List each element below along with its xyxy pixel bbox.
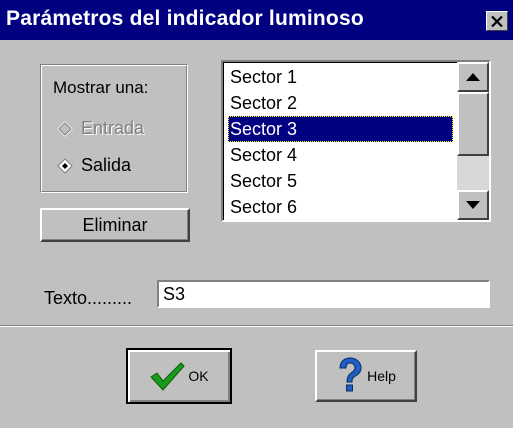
- radio-unchecked-icon: [57, 120, 73, 137]
- scroll-up-button[interactable]: [457, 62, 489, 92]
- texto-label: Texto.........: [44, 288, 133, 308]
- title-bar[interactable]: Parámetros del indicador luminoso: [0, 0, 513, 40]
- list-item[interactable]: Sector 6: [228, 194, 453, 220]
- radio-entrada[interactable]: Entrada: [57, 118, 144, 139]
- scroll-down-button[interactable]: [457, 190, 489, 220]
- separator: [0, 325, 513, 327]
- arrow-down-icon: [466, 201, 480, 209]
- dialog-window: Parámetros del indicador luminoso Mostra…: [0, 0, 513, 428]
- list-item[interactable]: Sector 1: [228, 64, 453, 90]
- mostrar-groupbox: Mostrar una: Entrada Salida: [40, 64, 188, 193]
- help-button[interactable]: Help: [315, 350, 417, 402]
- ok-button[interactable]: OK: [126, 348, 232, 404]
- arrow-up-icon: [466, 73, 480, 81]
- window-title: Parámetros del indicador luminoso: [6, 7, 364, 30]
- eliminar-button[interactable]: Eliminar: [40, 208, 190, 242]
- close-button[interactable]: [486, 11, 508, 31]
- radio-salida-label: Salida: [81, 155, 132, 175]
- scroll-thumb[interactable]: [457, 92, 489, 156]
- list-item[interactable]: Sector 2: [228, 90, 453, 116]
- radio-salida[interactable]: Salida: [57, 155, 131, 176]
- mostrar-label: Mostrar una:: [53, 78, 149, 97]
- radio-entrada-label: Entrada: [81, 118, 145, 138]
- question-mark-icon: [339, 357, 362, 392]
- texto-input[interactable]: [157, 280, 490, 308]
- sector-listbox[interactable]: Sector 1 Sector 2 Sector 3 Sector 4 Sect…: [221, 60, 491, 222]
- list-item[interactable]: Sector 4: [228, 142, 453, 168]
- help-label: Help: [367, 368, 396, 384]
- vertical-scrollbar[interactable]: [457, 62, 489, 220]
- ok-label: OK: [188, 368, 209, 384]
- list-item-selected[interactable]: Sector 3: [228, 116, 453, 142]
- list-item[interactable]: Sector 5: [228, 168, 453, 194]
- radio-checked-icon: [57, 157, 73, 174]
- close-icon: [491, 15, 503, 27]
- checkmark-icon: [150, 362, 186, 391]
